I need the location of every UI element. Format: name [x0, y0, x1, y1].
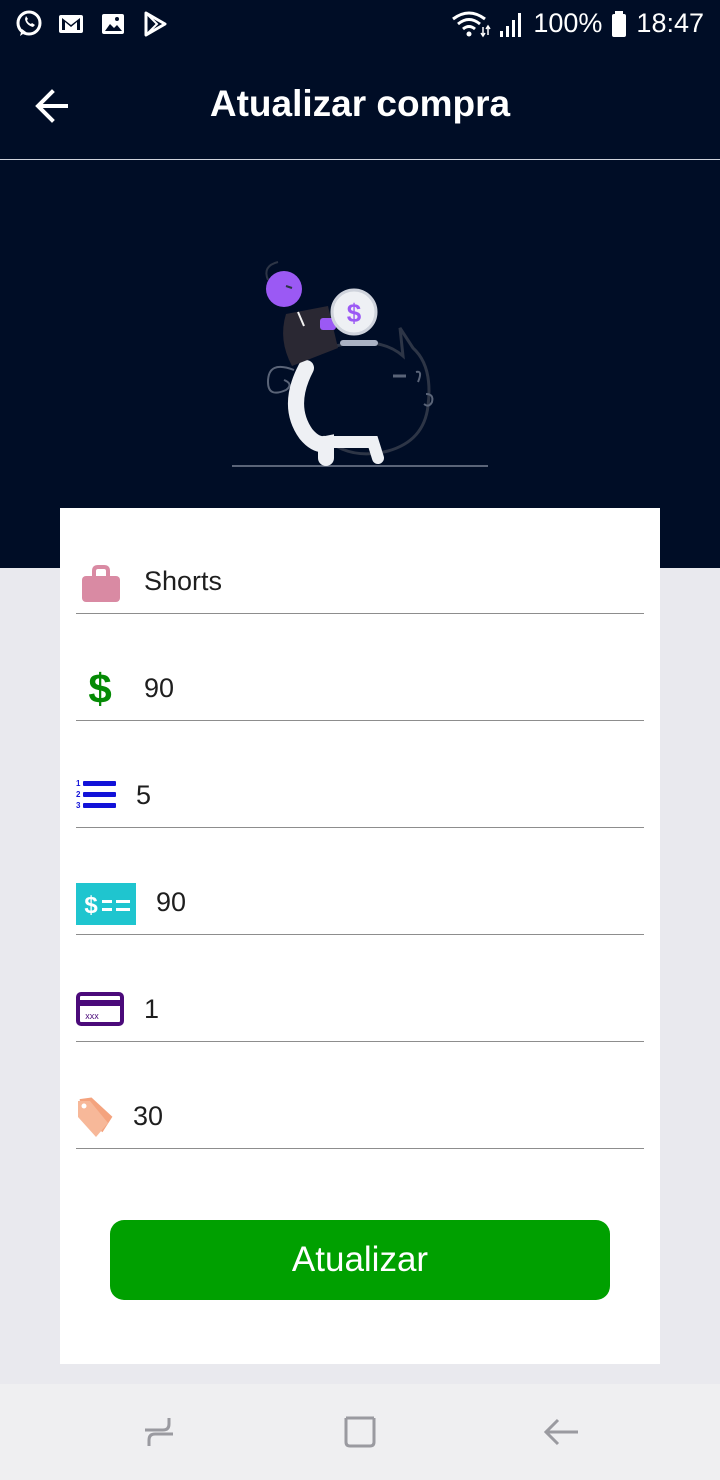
product-field: [76, 554, 644, 614]
purchase-form-card: $ 1 2 3 $ xxx: [60, 508, 660, 1364]
hero-banner: $: [0, 160, 720, 568]
back-icon[interactable]: [542, 1412, 582, 1452]
svg-text:$: $: [347, 298, 362, 328]
system-navigation-bar: [0, 1384, 720, 1480]
wifi-icon: [452, 11, 491, 37]
app-bar: Atualizar compra: [0, 50, 720, 160]
total-field: $: [76, 875, 644, 935]
system-status: 100% 18:47: [451, 8, 704, 39]
clock: 18:47: [636, 8, 704, 38]
svg-text:3: 3: [76, 801, 81, 810]
installments-input[interactable]: [144, 994, 584, 1025]
svg-text:$: $: [84, 892, 98, 919]
gmail-icon: [59, 15, 83, 33]
quantity-field: 1 2 3: [76, 768, 644, 828]
numbered-list-icon: 1 2 3: [76, 779, 116, 810]
svg-text:xxx: xxx: [85, 1011, 99, 1021]
signal-icon: [500, 12, 522, 37]
installments-field: xxx: [76, 982, 644, 1042]
whatsapp-icon: [16, 10, 42, 36]
price-tag-icon: [78, 1097, 113, 1137]
update-button[interactable]: Atualizar: [110, 1220, 610, 1300]
quantity-input[interactable]: [136, 780, 576, 811]
svg-text:$: $: [88, 667, 111, 709]
discount-field: [76, 1089, 644, 1149]
home-icon[interactable]: [340, 1412, 380, 1452]
battery-icon: [612, 10, 627, 37]
product-name-input[interactable]: [144, 566, 584, 597]
gallery-icon: [102, 14, 124, 34]
page-title: Atualizar compra: [209, 83, 511, 124]
piggy-bank-illustration: $: [232, 261, 488, 467]
recent-apps-icon[interactable]: [139, 1412, 179, 1452]
status-bar: 100% 18:47: [0, 0, 720, 50]
notification-icons: [14, 9, 170, 39]
dollar-icon: $: [88, 667, 111, 709]
shopping-bag-icon: [82, 565, 120, 602]
discount-input[interactable]: [133, 1101, 573, 1132]
price-field: $: [76, 661, 644, 721]
credit-card-icon: xxx: [76, 992, 124, 1026]
svg-text:2: 2: [76, 790, 81, 799]
total-input[interactable]: [156, 887, 596, 918]
battery-percentage: 100%: [533, 8, 603, 38]
svg-text:1: 1: [76, 779, 81, 788]
play-store-icon: [144, 11, 167, 37]
price-input[interactable]: [144, 673, 584, 704]
bill-icon: $: [76, 883, 136, 925]
